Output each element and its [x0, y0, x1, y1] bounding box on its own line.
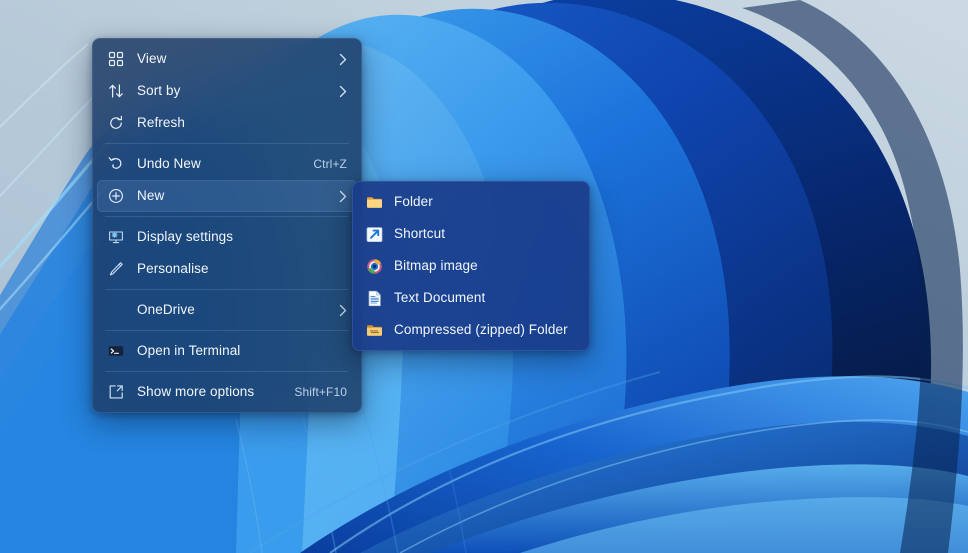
menu-item-label: Display settings: [137, 230, 347, 244]
menu-item-open-in-terminal[interactable]: Open in Terminal: [97, 335, 357, 367]
chevron-right-icon: [339, 304, 347, 317]
menu-item-show-more-options[interactable]: Show more options Shift+F10: [97, 376, 357, 408]
menu-item-personalise[interactable]: Personalise: [97, 253, 357, 285]
chevron-right-icon: [339, 85, 347, 98]
menu-item-accelerator: Shift+F10: [294, 386, 347, 398]
menu-item-accelerator: Ctrl+Z: [313, 158, 347, 170]
menu-item-label: OneDrive: [137, 303, 325, 317]
submenu-item-label: Shortcut: [394, 227, 575, 241]
submenu-item-label: Bitmap image: [394, 259, 575, 273]
menu-item-label: New: [137, 189, 325, 203]
desktop-screen: View Sort by: [0, 0, 968, 553]
menu-item-label: View: [137, 52, 325, 66]
grid-view-icon: [107, 50, 125, 68]
folder-icon: [365, 193, 383, 211]
menu-separator: [105, 330, 349, 331]
monitor-gear-icon: [107, 228, 125, 246]
menu-item-undo-new[interactable]: Undo New Ctrl+Z: [97, 148, 357, 180]
chevron-right-icon: [339, 190, 347, 203]
submenu-item-label: Text Document: [394, 291, 575, 305]
menu-item-label: Sort by: [137, 84, 325, 98]
menu-item-display-settings[interactable]: Display settings: [97, 221, 357, 253]
shortcut-arrow-icon: [365, 225, 383, 243]
refresh-icon: [107, 114, 125, 132]
terminal-icon: [107, 342, 125, 360]
menu-item-label: Show more options: [137, 385, 276, 399]
sort-arrows-icon: [107, 82, 125, 100]
submenu-item-folder[interactable]: Folder: [357, 186, 585, 218]
menu-item-onedrive[interactable]: OneDrive: [97, 294, 357, 326]
submenu-item-label: Folder: [394, 195, 575, 209]
paint-bitmap-icon: [365, 257, 383, 275]
menu-item-new[interactable]: New: [97, 180, 357, 212]
expand-options-icon: [107, 383, 125, 401]
submenu-item-compressed-folder[interactable]: Compressed (zipped) Folder: [357, 314, 585, 346]
text-document-icon: [365, 289, 383, 307]
submenu-item-shortcut[interactable]: Shortcut: [357, 218, 585, 250]
menu-item-refresh[interactable]: Refresh: [97, 107, 357, 139]
zipped-folder-icon: [365, 321, 383, 339]
menu-item-label: Undo New: [137, 157, 295, 171]
plus-circle-icon: [107, 187, 125, 205]
menu-item-sort-by[interactable]: Sort by: [97, 75, 357, 107]
chevron-right-icon: [339, 53, 347, 66]
submenu-item-bitmap-image[interactable]: Bitmap image: [357, 250, 585, 282]
menu-separator: [105, 143, 349, 144]
menu-item-label: Open in Terminal: [137, 344, 347, 358]
menu-item-label: Personalise: [137, 262, 347, 276]
submenu-item-label: Compressed (zipped) Folder: [394, 323, 575, 337]
menu-item-label: Refresh: [137, 116, 347, 130]
menu-separator: [105, 371, 349, 372]
desktop-context-menu[interactable]: View Sort by: [92, 38, 362, 413]
menu-separator: [105, 216, 349, 217]
menu-item-view[interactable]: View: [97, 43, 357, 75]
submenu-item-text-document[interactable]: Text Document: [357, 282, 585, 314]
menu-separator: [105, 289, 349, 290]
undo-arrow-icon: [107, 155, 125, 173]
pen-icon: [107, 260, 125, 278]
new-submenu[interactable]: Folder Shortcut: [352, 181, 590, 351]
